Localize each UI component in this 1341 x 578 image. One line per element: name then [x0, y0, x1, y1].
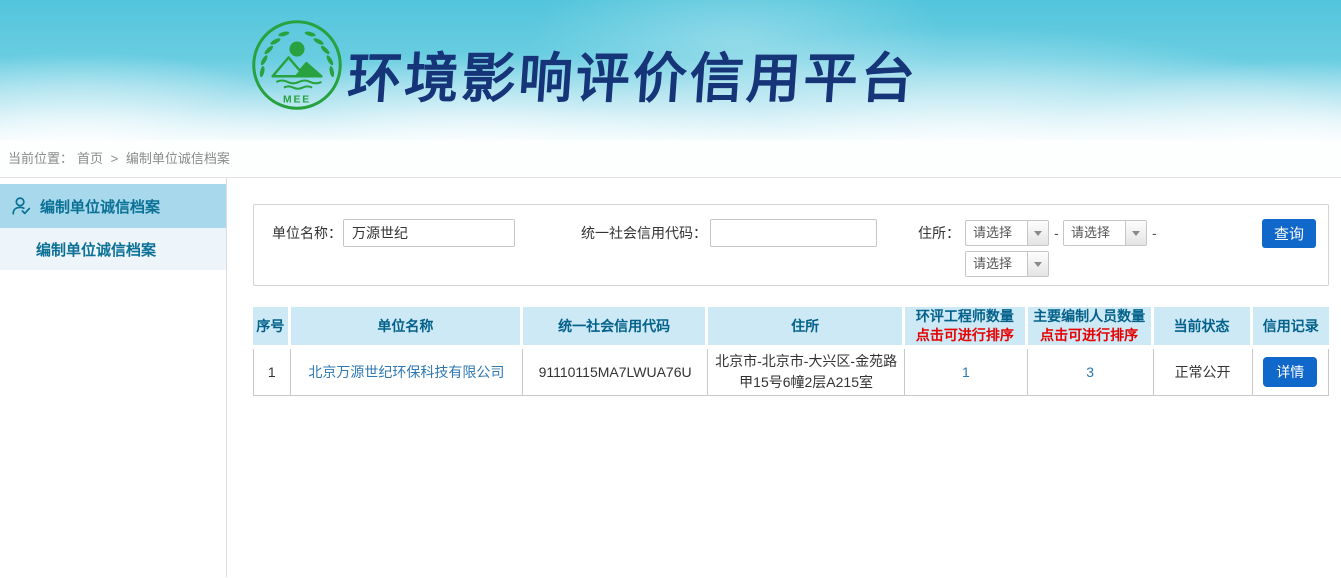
col-header-index: 序号 — [253, 307, 291, 349]
breadcrumb-home-link[interactable]: 首页 — [77, 151, 103, 166]
col-header-staff-count-label: 主要编制人员数量 — [1033, 308, 1145, 324]
address-label: 住所： — [912, 219, 960, 247]
sidebar: 编制单位诚信档案 编制单位诚信档案 — [0, 178, 227, 577]
province-select-value: 请选择 — [966, 221, 1027, 245]
address-dash-2: - — [1152, 220, 1157, 246]
engineer-sort-hint[interactable]: 点击可进行排序 — [907, 326, 1023, 345]
svg-text:MEE: MEE — [283, 95, 311, 106]
sidebar-group-label: 编制单位诚信档案 — [40, 196, 160, 217]
detail-button[interactable]: 详情 — [1263, 357, 1317, 387]
staff-count-link[interactable]: 3 — [1086, 364, 1094, 380]
main-wrap: 编制单位诚信档案 编制单位诚信档案 单位名称： 统一社会信用代码： 住所： 请选… — [0, 178, 1341, 577]
col-header-engineer-count-label: 环评工程师数量 — [916, 308, 1014, 324]
engineer-count-link[interactable]: 1 — [962, 364, 970, 380]
col-header-credit-code: 统一社会信用代码 — [523, 307, 708, 349]
col-header-status: 当前状态 — [1154, 307, 1253, 349]
company-name-label: 单位名称： — [266, 219, 342, 247]
page: MEE 环境影响评价信用平台 当前位置： 首页 > 编制单位诚信档案 编制单位诚信… — [0, 0, 1341, 578]
chevron-down-icon — [1132, 231, 1140, 236]
city-select-value: 请选择 — [1064, 221, 1125, 245]
chevron-down-icon — [1034, 231, 1042, 236]
col-header-staff-count[interactable]: 主要编制人员数量 点击可进行排序 — [1028, 307, 1154, 349]
company-name-link[interactable]: 北京万源世纪环保科技有限公司 — [308, 364, 504, 380]
query-button[interactable]: 查询 — [1262, 219, 1316, 248]
cell-credit-code: 91110115MA7LWUA76U — [523, 349, 708, 396]
table-header-row: 序号 单位名称 统一社会信用代码 住所 环评工程师数量 点击可进行排序 主要编制… — [253, 307, 1329, 349]
search-panel: 单位名称： 统一社会信用代码： 住所： 请选择 - 请选择 - 请选择 — [253, 204, 1329, 286]
province-select-arrow-button[interactable] — [1027, 221, 1048, 245]
city-select[interactable]: 请选择 — [1063, 220, 1147, 246]
breadcrumb-prefix: 当前位置： — [8, 151, 73, 166]
table-row: 1 北京万源世纪环保科技有限公司 91110115MA7LWUA76U 北京市-… — [253, 349, 1329, 396]
breadcrumb-separator: > — [111, 151, 119, 166]
person-check-icon — [10, 195, 32, 217]
sidebar-item-credit-archive[interactable]: 编制单位诚信档案 — [0, 228, 226, 270]
staff-sort-hint[interactable]: 点击可进行排序 — [1030, 326, 1149, 345]
city-select-arrow-button[interactable] — [1125, 221, 1146, 245]
breadcrumb-current: 编制单位诚信档案 — [126, 151, 230, 166]
credit-code-input[interactable] — [710, 219, 877, 247]
page-title: 环境影响评价信用平台 — [345, 34, 921, 113]
breadcrumb: 当前位置： 首页 > 编制单位诚信档案 — [0, 140, 1341, 178]
cell-index: 1 — [253, 349, 291, 396]
col-header-company: 单位名称 — [291, 307, 523, 349]
cell-status: 正常公开 — [1154, 349, 1253, 396]
site-header: MEE 环境影响评价信用平台 — [0, 0, 1341, 140]
content: 单位名称： 统一社会信用代码： 住所： 请选择 - 请选择 - 请选择 — [227, 178, 1341, 577]
sidebar-group-credit-archive[interactable]: 编制单位诚信档案 — [0, 184, 226, 228]
province-select[interactable]: 请选择 — [965, 220, 1049, 246]
district-select-value: 请选择 — [966, 252, 1027, 276]
col-header-address: 住所 — [708, 307, 905, 349]
company-name-input[interactable] — [343, 219, 515, 247]
address-dash-1: - — [1054, 220, 1059, 246]
sidebar-item-label: 编制单位诚信档案 — [36, 239, 156, 260]
district-select-arrow-button[interactable] — [1027, 252, 1048, 276]
credit-code-label: 统一社会信用代码： — [574, 219, 707, 247]
mee-logo-icon: MEE — [250, 18, 344, 112]
cell-address: 北京市-北京市-大兴区-金苑路甲15号6幢2层A215室 — [708, 349, 905, 396]
results-table: 序号 单位名称 统一社会信用代码 住所 环评工程师数量 点击可进行排序 主要编制… — [253, 307, 1329, 396]
district-select[interactable]: 请选择 — [965, 251, 1049, 277]
chevron-down-icon — [1034, 262, 1042, 267]
col-header-engineer-count[interactable]: 环评工程师数量 点击可进行排序 — [905, 307, 1028, 349]
col-header-credit-record: 信用记录 — [1253, 307, 1329, 349]
